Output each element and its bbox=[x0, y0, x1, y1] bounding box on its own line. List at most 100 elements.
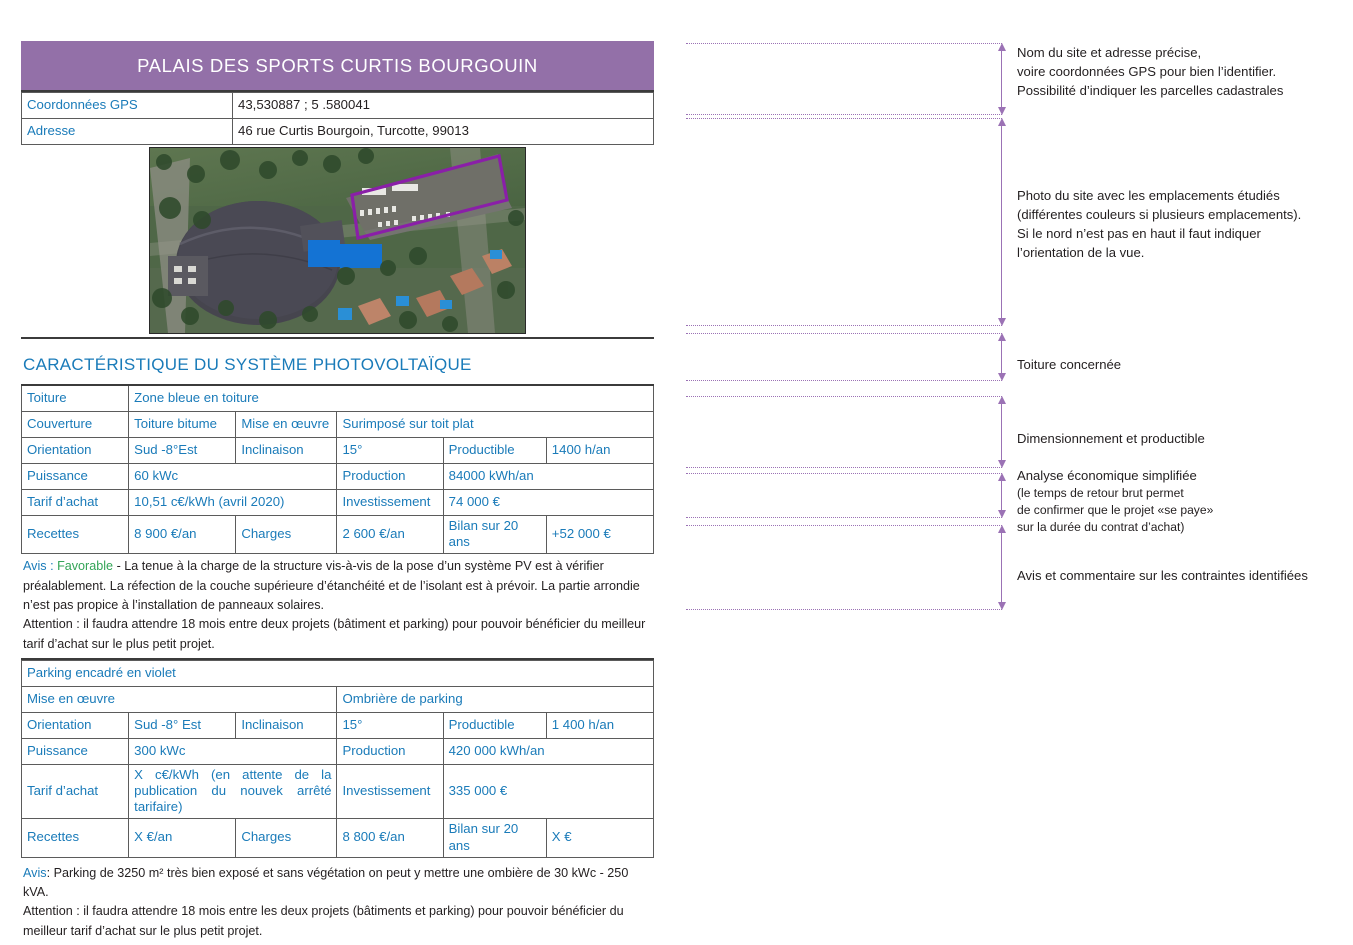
address-label: Adresse bbox=[21, 118, 233, 145]
roof-r1-c4: 15° bbox=[336, 437, 444, 464]
arrow-down-icon bbox=[997, 107, 1006, 115]
parking-avis-label: Avis bbox=[23, 865, 47, 880]
satellite-photo bbox=[149, 147, 526, 334]
roof-r4-c2: 8 900 €/an bbox=[128, 514, 237, 555]
bracket-stem bbox=[1001, 125, 1002, 319]
parking-characteristics-table: Parking encadré en violet Mise en œuvre … bbox=[20, 660, 655, 858]
roof-r3-c5: 74 000 € bbox=[442, 489, 655, 516]
bracket-top-rule bbox=[686, 525, 1002, 526]
gps-value: 43,530887 ; 5 .580041 bbox=[232, 92, 654, 119]
roof-r2-c4: Production bbox=[336, 463, 444, 490]
arrow-down-icon bbox=[997, 602, 1006, 610]
annotation-identite: Nom du site et adresse précise, voire co… bbox=[1017, 45, 1284, 99]
bracket-bottom-rule bbox=[686, 517, 1002, 518]
arrow-down-icon bbox=[997, 460, 1006, 468]
roof-r1-c5: Productible bbox=[442, 437, 547, 464]
park-r1-c4: Production bbox=[336, 738, 444, 766]
site-photo-container bbox=[21, 145, 654, 339]
bracket-stem bbox=[1001, 532, 1002, 603]
arrow-up-icon bbox=[997, 118, 1006, 126]
bracket-top-rule bbox=[686, 473, 1002, 474]
table-row: Puissance 60 kWc Production 84000 kWh/an bbox=[20, 463, 655, 490]
bracket-top-rule bbox=[686, 333, 1002, 334]
roof-r0-c1: Couverture bbox=[20, 411, 130, 438]
gps-label: Coordonnées GPS bbox=[21, 92, 233, 119]
arrow-up-icon bbox=[997, 333, 1006, 341]
table-row: Recettes 8 900 €/an Charges 2 600 €/an B… bbox=[20, 514, 655, 555]
park-r2-c5: 335 000 € bbox=[442, 764, 655, 820]
arrow-down-icon bbox=[997, 373, 1006, 381]
bracket-bottom-rule bbox=[686, 325, 1002, 326]
roof-zone-value: Zone bleue en toiture bbox=[128, 384, 654, 412]
bracket-bottom-rule bbox=[686, 609, 1002, 610]
roof-r4-c3: Charges bbox=[235, 514, 338, 555]
table-row: Tarif d’achat X c€/kWh (en attente de la… bbox=[20, 764, 655, 820]
roof-r4-c6: +52 000 € bbox=[545, 514, 655, 555]
bracket-toiture bbox=[686, 333, 1006, 381]
table-row: Recettes X €/an Charges 8 800 €/an Bilan… bbox=[20, 818, 655, 858]
park-r0-c5: Productible bbox=[442, 712, 547, 740]
table-row: Coordonnées GPS 43,530887 ; 5 .580041 bbox=[21, 92, 654, 119]
annotation-economie-detail: (le temps de retour brut permet de confi… bbox=[1017, 486, 1214, 535]
roof-r2-c1: Puissance bbox=[20, 463, 130, 490]
roof-r4-c1: Recettes bbox=[20, 514, 130, 555]
arrow-up-icon bbox=[997, 396, 1006, 404]
roof-r1-c2: Sud -8°Est bbox=[128, 437, 237, 464]
bracket-top-rule bbox=[686, 43, 1002, 44]
roof-attention: Attention : il faudra attendre 18 mois e… bbox=[23, 617, 646, 651]
bracket-bottom-rule bbox=[686, 467, 1002, 468]
bracket-bottom-rule bbox=[686, 114, 1002, 115]
bracket-identite bbox=[686, 43, 1006, 115]
arrow-down-icon bbox=[997, 510, 1006, 518]
park-r2-c4: Investissement bbox=[336, 764, 444, 820]
roof-r4-c4: 2 600 €/an bbox=[336, 514, 444, 555]
park-r0-c3: Inclinaison bbox=[235, 712, 338, 740]
arrow-up-icon bbox=[997, 525, 1006, 533]
table-row: Mise en œuvre Ombrière de parking bbox=[20, 686, 654, 714]
park-r0-c1: Orientation bbox=[20, 712, 130, 740]
bracket-stem bbox=[1001, 340, 1002, 374]
annotation-photo: Photo du site avec les emplacements étud… bbox=[1017, 188, 1302, 261]
table-row: Orientation Sud -8°Est Inclinaison 15° P… bbox=[20, 437, 655, 464]
park-r3-c4: 8 800 €/an bbox=[336, 818, 444, 858]
bracket-photo bbox=[686, 118, 1006, 326]
roof-r3-c2: 10,51 c€/kWh (avril 2020) bbox=[128, 489, 338, 516]
bracket-stem bbox=[1001, 50, 1002, 108]
roof-r3-c4: Investissement bbox=[336, 489, 444, 516]
bracket-avis bbox=[686, 525, 1006, 610]
park-r3-c5: Bilan sur 20 ans bbox=[442, 818, 547, 858]
annotation-economie-title: Analyse économique simplifiée bbox=[1017, 468, 1197, 483]
roof-r1-c6: 1400 h/an bbox=[545, 437, 655, 464]
arrow-down-icon bbox=[997, 318, 1006, 326]
roof-r2-c5: 84000 kWh/an bbox=[442, 463, 655, 490]
roof-r0-c4: Surimposé sur toit plat bbox=[336, 411, 654, 438]
roof-avis-label: Avis : bbox=[23, 559, 54, 574]
bracket-top-rule bbox=[686, 396, 1002, 397]
roof-r1-c1: Orientation bbox=[20, 437, 130, 464]
arrow-up-icon bbox=[997, 43, 1006, 51]
park-r1-c1: Puissance bbox=[20, 738, 130, 766]
parking-zone-value: Parking encadré en violet bbox=[21, 660, 654, 688]
park-r2-c2: X c€/kWh (en attente de la publication d… bbox=[128, 764, 338, 820]
bracket-dimensionnement bbox=[686, 396, 1006, 468]
park-r0-c2: Sud -8° Est bbox=[128, 712, 237, 740]
annotation-avis: Avis et commentaire sur les contraintes … bbox=[1017, 568, 1308, 583]
park-r1-c2: 300 kWc bbox=[128, 738, 338, 766]
bracket-economie bbox=[686, 473, 1006, 518]
roof-avis-body: - La tenue à la charge de la structure v… bbox=[23, 559, 640, 612]
section-heading: CARACTÉRISTIQUE DU SYSTÈME PHOTOVOLTAÏQU… bbox=[23, 355, 472, 374]
roof-avis-value: Favorable bbox=[57, 559, 114, 574]
bracket-top-rule bbox=[686, 118, 1002, 119]
roof-r4-c5: Bilan sur 20 ans bbox=[442, 514, 547, 555]
roof-r3-c1: Tarif d’achat bbox=[20, 489, 130, 516]
roof-r0-c3: Mise en œuvre bbox=[235, 411, 338, 438]
table-row: Puissance 300 kWc Production 420 000 kWh… bbox=[20, 738, 655, 766]
page-title: PALAIS DES SPORTS CURTIS BOURGOUIN bbox=[21, 41, 654, 92]
park-r3-c1: Recettes bbox=[20, 818, 130, 858]
parking-mise-label: Mise en œuvre bbox=[20, 686, 338, 714]
parking-attention: Attention : il faudra attendre 18 mois e… bbox=[23, 904, 624, 938]
table-row: Couverture Toiture bitume Mise en œuvre … bbox=[20, 411, 654, 438]
table-row: Adresse 46 rue Curtis Bourgoin, Turcotte… bbox=[21, 118, 654, 145]
park-r1-c5: 420 000 kWh/an bbox=[442, 738, 655, 766]
bracket-stem bbox=[1001, 480, 1002, 511]
